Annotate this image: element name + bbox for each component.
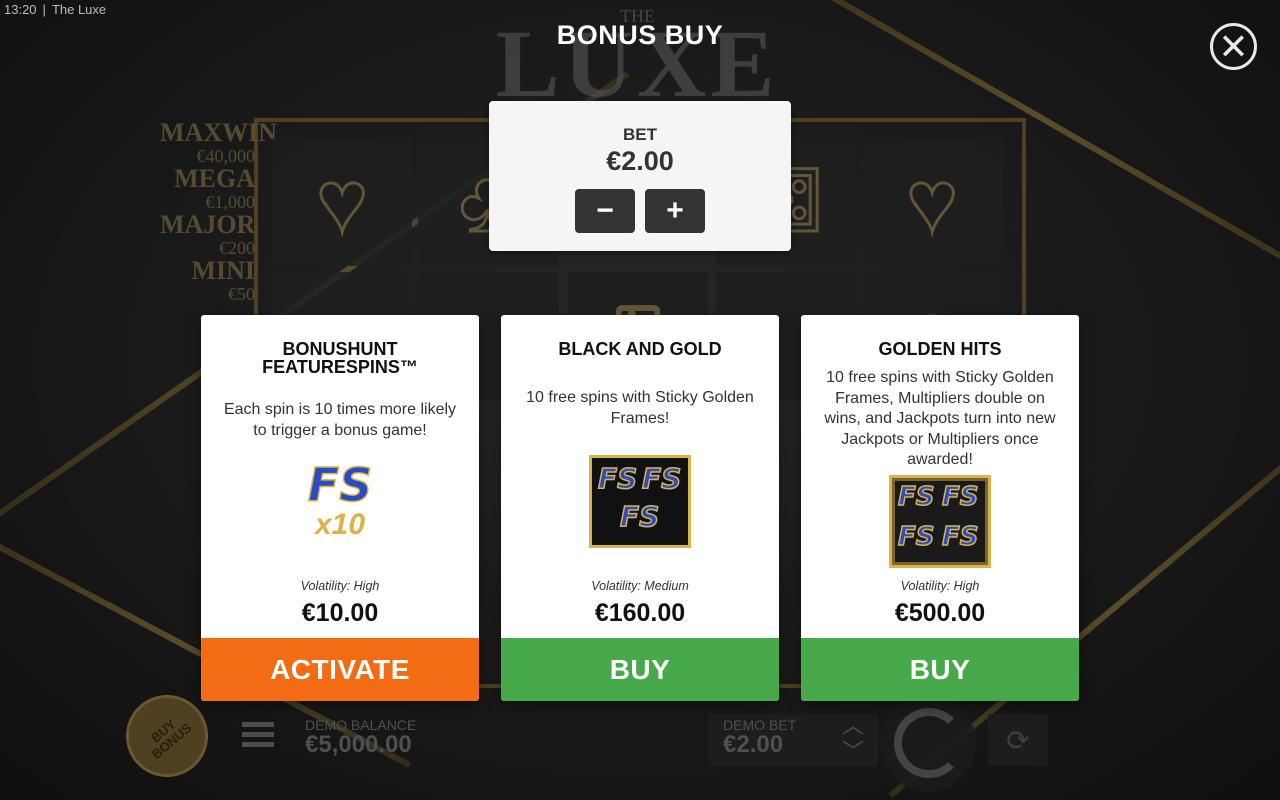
bet-increase-button[interactable]: + (645, 189, 705, 233)
modal-title: BONUS BUY (556, 20, 724, 50)
fs-quad-icon: FS FS FS FS (889, 475, 991, 568)
bet-value: €2.00 (606, 146, 674, 176)
card-title-line2: FEATURESPINS™ (262, 357, 418, 377)
fs-x10-icon: FS x10 (300, 459, 380, 558)
bet-controls: − + (489, 189, 791, 233)
bonus-card-golden-hits: GOLDEN HITS 10 free spins with Sticky Go… (801, 315, 1079, 701)
card-volatility: Volatility: High (300, 579, 380, 593)
bet-decrease-button[interactable]: − (575, 189, 635, 233)
buy-button[interactable]: BUY (801, 638, 1079, 701)
card-volatility: Volatility: Medium (591, 579, 689, 593)
card-description: Each spin is 10 times more likely to tri… (223, 401, 457, 439)
bonus-card-bonushunt: BONUSHUNT FEATURESPINS™ Each spin is 10 … (201, 315, 479, 701)
card-title: BLACK AND GOLD (558, 339, 722, 359)
buy-button[interactable]: BUY (501, 638, 779, 701)
bet-label: BET (623, 125, 657, 144)
card-price: €500.00 (894, 599, 986, 627)
close-icon[interactable]: ✕ (1210, 23, 1257, 70)
bonus-card-black-and-gold: BLACK AND GOLD 10 free spins with Sticky… (501, 315, 779, 701)
card-title: BONUSHUNT (282, 339, 398, 359)
activate-button[interactable]: ACTIVATE (201, 638, 479, 701)
fs-triple-icon: FS FS FS (589, 455, 691, 548)
card-description: 10 free spins with Sticky Golden Frames! (526, 389, 754, 427)
card-price: €10.00 (301, 599, 379, 627)
card-description: 10 free spins with Sticky Golden Frames,… (824, 369, 1056, 468)
card-volatility: Volatility: High (900, 579, 980, 593)
multiplier-text: x10 (314, 508, 366, 541)
card-price: €160.00 (594, 599, 686, 627)
bet-panel: BET €2.00 − + (489, 101, 791, 251)
card-title: GOLDEN HITS (878, 339, 1002, 359)
